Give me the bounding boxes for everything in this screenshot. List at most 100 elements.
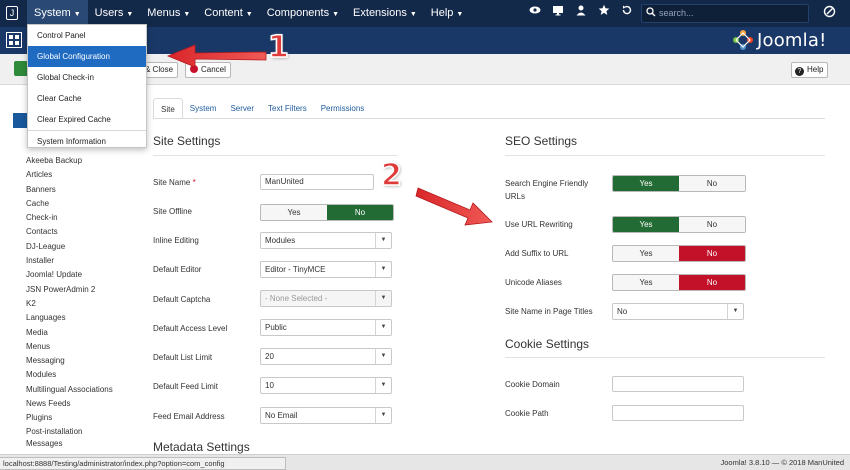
refresh-icon[interactable] bbox=[615, 0, 638, 27]
cookie-settings-title: Cookie Settings bbox=[505, 337, 590, 351]
star-icon[interactable] bbox=[592, 0, 615, 27]
default-captcha-label: Default Captcha bbox=[153, 295, 211, 304]
sidebar: Akeeba Backup Articles Banners Cache Che… bbox=[26, 154, 146, 451]
default-editor-label: Default Editor bbox=[153, 265, 202, 274]
default-feed-limit-select[interactable]: 10 ▼ bbox=[260, 377, 392, 394]
url-rewriting-yes[interactable]: Yes bbox=[613, 217, 679, 232]
site-offline-toggle[interactable]: Yes No bbox=[260, 204, 394, 221]
unicode-yes[interactable]: Yes bbox=[613, 275, 679, 290]
menu-item-global-configuration[interactable]: Global Configuration bbox=[28, 46, 146, 67]
sidebar-item-contacts[interactable]: Contacts bbox=[26, 225, 146, 239]
monitor-icon[interactable] bbox=[546, 0, 569, 27]
system-dropdown-menu: Control Panel Global Configuration Globa… bbox=[27, 24, 147, 148]
sef-urls-yes[interactable]: Yes bbox=[613, 176, 679, 191]
menu-extensions[interactable]: Extensions ▼ bbox=[346, 0, 424, 27]
default-editor-select[interactable]: Editor - TinyMCE ▼ bbox=[260, 261, 392, 278]
sidebar-item-banners[interactable]: Banners bbox=[26, 183, 146, 197]
sidebar-item-news-feeds[interactable]: News Feeds bbox=[26, 397, 146, 411]
menu-menus[interactable]: Menus ▼ bbox=[140, 0, 197, 27]
menu-content[interactable]: Content ▼ bbox=[197, 0, 259, 27]
search-input[interactable]: search... bbox=[641, 4, 809, 23]
sidebar-item-multilingual[interactable]: Multilingual Associations bbox=[26, 383, 146, 397]
sidebar-item-languages[interactable]: Languages bbox=[26, 311, 146, 325]
sidebar-item-k2[interactable]: K2 bbox=[26, 297, 146, 311]
status-url: localhost:8888/Testing/administrator/ind… bbox=[0, 457, 286, 470]
menu-item-global-checkin[interactable]: Global Check-in bbox=[28, 67, 146, 88]
sidebar-item-akeeba[interactable]: Akeeba Backup bbox=[26, 154, 146, 168]
sidebar-item-djleague[interactable]: DJ-League bbox=[26, 240, 146, 254]
sidebar-item-jsn-poweradmin[interactable]: JSN PowerAdmin 2 bbox=[26, 283, 146, 297]
sidebar-item-installer[interactable]: Installer bbox=[26, 254, 146, 268]
select-arrow-icon: ▼ bbox=[375, 378, 391, 393]
suffix-no[interactable]: No bbox=[679, 246, 745, 261]
unicode-no[interactable]: No bbox=[679, 275, 745, 290]
sef-urls-toggle[interactable]: Yes No bbox=[612, 175, 746, 192]
tab-text-filters[interactable]: Text Filters bbox=[261, 98, 314, 119]
select-arrow-icon: ▼ bbox=[375, 349, 391, 364]
sidebar-item-articles[interactable]: Articles bbox=[26, 168, 146, 182]
sidebar-item-joomla-update[interactable]: Joomla! Update bbox=[26, 268, 146, 282]
site-offline-yes[interactable]: Yes bbox=[261, 205, 327, 220]
tab-server[interactable]: Server bbox=[223, 98, 261, 119]
menu-item-system-information[interactable]: System Information bbox=[28, 131, 146, 152]
joomla-user-icon[interactable] bbox=[821, 5, 837, 21]
select-arrow-icon: ▼ bbox=[375, 408, 391, 423]
cookie-path-label: Cookie Path bbox=[505, 409, 549, 418]
inline-editing-select[interactable]: Modules ▼ bbox=[260, 232, 392, 249]
sitename-titles-select[interactable]: No ▼ bbox=[612, 303, 744, 320]
tabs-divider bbox=[153, 118, 825, 119]
caret-down-icon: ▼ bbox=[73, 11, 81, 18]
sef-urls-no[interactable]: No bbox=[679, 176, 745, 191]
feed-email-select[interactable]: No Email ▼ bbox=[260, 407, 392, 424]
help-icon: ? bbox=[795, 67, 804, 76]
cookie-path-input[interactable] bbox=[612, 405, 744, 421]
tab-site[interactable]: Site bbox=[153, 98, 183, 119]
default-list-limit-select[interactable]: 20 ▼ bbox=[260, 348, 392, 365]
url-rewriting-toggle[interactable]: Yes No bbox=[612, 216, 746, 233]
suffix-yes[interactable]: Yes bbox=[613, 246, 679, 261]
menu-system[interactable]: System ▼ bbox=[27, 0, 88, 27]
menu-users[interactable]: Users ▼ bbox=[88, 0, 141, 27]
menu-item-clear-expired-cache[interactable]: Clear Expired Cache bbox=[28, 109, 146, 130]
top-navbar: J System ▼ Users ▼ Menus ▼ Content ▼ Compone… bbox=[0, 0, 850, 27]
site-name-input[interactable]: ManUnited bbox=[260, 174, 374, 190]
select-arrow-icon: ▼ bbox=[375, 233, 391, 248]
sidebar-item-checkin[interactable]: Check-in bbox=[26, 211, 146, 225]
brand-text: Joomla! bbox=[757, 29, 827, 51]
caret-down-icon: ▼ bbox=[409, 11, 417, 18]
default-feed-limit-label: Default Feed Limit bbox=[153, 382, 218, 391]
url-rewriting-label: Use URL Rewriting bbox=[505, 220, 573, 229]
sidebar-item-media[interactable]: Media bbox=[26, 326, 146, 340]
caret-down-icon: ▼ bbox=[456, 11, 464, 18]
help-button[interactable]: ? Help bbox=[791, 62, 829, 78]
site-offline-no[interactable]: No bbox=[327, 205, 393, 220]
tab-permissions[interactable]: Permissions bbox=[314, 98, 372, 119]
menu-item-clear-cache[interactable]: Clear Cache bbox=[28, 88, 146, 109]
suffix-toggle[interactable]: Yes No bbox=[612, 245, 746, 262]
joomla-brand: Joomla! bbox=[732, 29, 827, 51]
site-settings-title: Site Settings bbox=[153, 134, 221, 148]
cancel-button[interactable]: Cancel bbox=[185, 62, 231, 78]
save-button[interactable] bbox=[14, 61, 28, 76]
sidebar-item-post-installation[interactable]: Post-installation Messages bbox=[26, 426, 116, 451]
default-captcha-select[interactable]: - None Selected - ▼ bbox=[260, 290, 392, 307]
menu-help[interactable]: Help ▼ bbox=[424, 0, 471, 27]
grid-icon bbox=[6, 32, 22, 48]
menu-components[interactable]: Components ▼ bbox=[260, 0, 346, 27]
menu-item-control-panel[interactable]: Control Panel bbox=[28, 25, 146, 46]
user-icon[interactable] bbox=[569, 0, 592, 27]
sidebar-item-messaging[interactable]: Messaging bbox=[26, 354, 146, 368]
search-placeholder: search... bbox=[659, 8, 694, 18]
joomla-small-icon[interactable]: J bbox=[6, 6, 18, 20]
default-access-select[interactable]: Public ▼ bbox=[260, 319, 392, 336]
sidebar-item-modules[interactable]: Modules bbox=[26, 368, 146, 382]
sidebar-item-menus[interactable]: Menus bbox=[26, 340, 146, 354]
tab-system[interactable]: System bbox=[183, 98, 224, 119]
eye-icon[interactable] bbox=[523, 0, 546, 27]
cancel-icon bbox=[190, 65, 198, 73]
sidebar-item-plugins[interactable]: Plugins bbox=[26, 411, 146, 425]
url-rewriting-no[interactable]: No bbox=[679, 217, 745, 232]
sidebar-item-cache[interactable]: Cache bbox=[26, 197, 146, 211]
cookie-domain-input[interactable] bbox=[612, 376, 744, 392]
unicode-aliases-toggle[interactable]: Yes No bbox=[612, 274, 746, 291]
